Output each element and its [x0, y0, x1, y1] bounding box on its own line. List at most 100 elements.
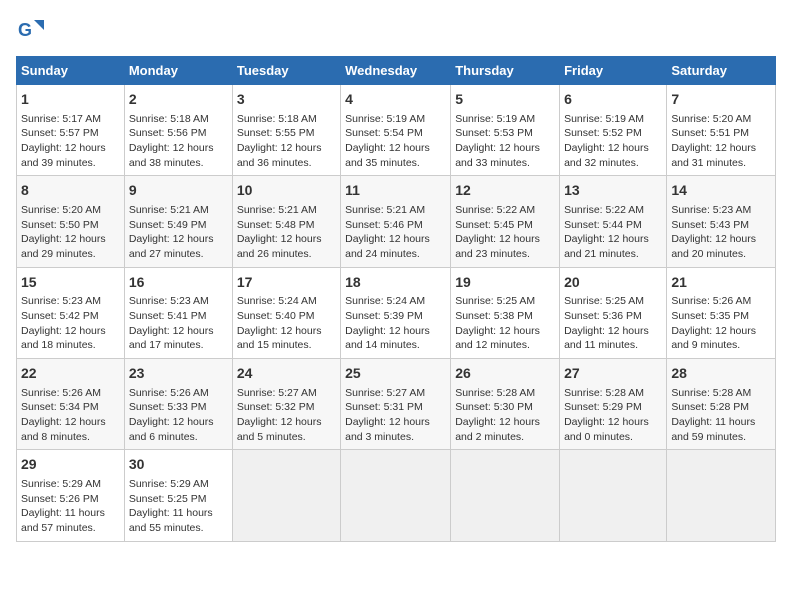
logo: G	[16, 16, 48, 44]
day-number: 5	[455, 90, 555, 110]
day-info: Sunrise: 5:21 AMSunset: 5:46 PMDaylight:…	[345, 203, 446, 262]
day-number: 14	[671, 181, 771, 201]
day-info: Sunrise: 5:21 AMSunset: 5:49 PMDaylight:…	[129, 203, 228, 262]
day-info: Sunrise: 5:25 AMSunset: 5:38 PMDaylight:…	[455, 294, 555, 353]
calendar-week-row: 29Sunrise: 5:29 AMSunset: 5:26 PMDayligh…	[17, 450, 776, 541]
day-info: Sunrise: 5:20 AMSunset: 5:51 PMDaylight:…	[671, 112, 771, 171]
calendar-header: SundayMondayTuesdayWednesdayThursdayFrid…	[17, 57, 776, 85]
day-info: Sunrise: 5:17 AMSunset: 5:57 PMDaylight:…	[21, 112, 120, 171]
day-number: 6	[564, 90, 662, 110]
calendar-cell: 20Sunrise: 5:25 AMSunset: 5:36 PMDayligh…	[560, 267, 667, 358]
calendar-cell: 30Sunrise: 5:29 AMSunset: 5:25 PMDayligh…	[124, 450, 232, 541]
calendar-table: SundayMondayTuesdayWednesdayThursdayFrid…	[16, 56, 776, 542]
calendar-cell: 5Sunrise: 5:19 AMSunset: 5:53 PMDaylight…	[451, 85, 560, 176]
day-info: Sunrise: 5:22 AMSunset: 5:45 PMDaylight:…	[455, 203, 555, 262]
day-number: 22	[21, 364, 120, 384]
day-number: 9	[129, 181, 228, 201]
day-info: Sunrise: 5:22 AMSunset: 5:44 PMDaylight:…	[564, 203, 662, 262]
calendar-cell: 11Sunrise: 5:21 AMSunset: 5:46 PMDayligh…	[341, 176, 451, 267]
day-number: 10	[237, 181, 336, 201]
calendar-cell: 27Sunrise: 5:28 AMSunset: 5:29 PMDayligh…	[560, 359, 667, 450]
day-number: 19	[455, 273, 555, 293]
day-info: Sunrise: 5:28 AMSunset: 5:29 PMDaylight:…	[564, 386, 662, 445]
day-info: Sunrise: 5:24 AMSunset: 5:39 PMDaylight:…	[345, 294, 446, 353]
calendar-cell: 12Sunrise: 5:22 AMSunset: 5:45 PMDayligh…	[451, 176, 560, 267]
day-info: Sunrise: 5:26 AMSunset: 5:34 PMDaylight:…	[21, 386, 120, 445]
page-header: G	[16, 16, 776, 44]
logo-icon: G	[16, 16, 44, 44]
day-info: Sunrise: 5:19 AMSunset: 5:53 PMDaylight:…	[455, 112, 555, 171]
day-number: 28	[671, 364, 771, 384]
header-thursday: Thursday	[451, 57, 560, 85]
day-number: 15	[21, 273, 120, 293]
day-info: Sunrise: 5:23 AMSunset: 5:43 PMDaylight:…	[671, 203, 771, 262]
calendar-cell: 17Sunrise: 5:24 AMSunset: 5:40 PMDayligh…	[232, 267, 340, 358]
day-info: Sunrise: 5:24 AMSunset: 5:40 PMDaylight:…	[237, 294, 336, 353]
calendar-cell: 23Sunrise: 5:26 AMSunset: 5:33 PMDayligh…	[124, 359, 232, 450]
calendar-cell: 14Sunrise: 5:23 AMSunset: 5:43 PMDayligh…	[667, 176, 776, 267]
calendar-cell: 26Sunrise: 5:28 AMSunset: 5:30 PMDayligh…	[451, 359, 560, 450]
day-number: 26	[455, 364, 555, 384]
calendar-cell: 28Sunrise: 5:28 AMSunset: 5:28 PMDayligh…	[667, 359, 776, 450]
calendar-cell: 29Sunrise: 5:29 AMSunset: 5:26 PMDayligh…	[17, 450, 125, 541]
calendar-week-row: 15Sunrise: 5:23 AMSunset: 5:42 PMDayligh…	[17, 267, 776, 358]
calendar-cell: 19Sunrise: 5:25 AMSunset: 5:38 PMDayligh…	[451, 267, 560, 358]
calendar-cell	[232, 450, 340, 541]
day-number: 20	[564, 273, 662, 293]
calendar-cell: 16Sunrise: 5:23 AMSunset: 5:41 PMDayligh…	[124, 267, 232, 358]
day-number: 8	[21, 181, 120, 201]
day-info: Sunrise: 5:23 AMSunset: 5:42 PMDaylight:…	[21, 294, 120, 353]
svg-text:G: G	[18, 20, 32, 40]
day-number: 4	[345, 90, 446, 110]
day-number: 12	[455, 181, 555, 201]
calendar-cell: 8Sunrise: 5:20 AMSunset: 5:50 PMDaylight…	[17, 176, 125, 267]
calendar-week-row: 1Sunrise: 5:17 AMSunset: 5:57 PMDaylight…	[17, 85, 776, 176]
day-number: 11	[345, 181, 446, 201]
day-number: 24	[237, 364, 336, 384]
day-info: Sunrise: 5:26 AMSunset: 5:35 PMDaylight:…	[671, 294, 771, 353]
calendar-body: 1Sunrise: 5:17 AMSunset: 5:57 PMDaylight…	[17, 85, 776, 542]
day-info: Sunrise: 5:27 AMSunset: 5:32 PMDaylight:…	[237, 386, 336, 445]
calendar-cell: 2Sunrise: 5:18 AMSunset: 5:56 PMDaylight…	[124, 85, 232, 176]
calendar-cell: 3Sunrise: 5:18 AMSunset: 5:55 PMDaylight…	[232, 85, 340, 176]
day-info: Sunrise: 5:28 AMSunset: 5:30 PMDaylight:…	[455, 386, 555, 445]
calendar-cell	[560, 450, 667, 541]
day-info: Sunrise: 5:27 AMSunset: 5:31 PMDaylight:…	[345, 386, 446, 445]
day-number: 3	[237, 90, 336, 110]
day-number: 27	[564, 364, 662, 384]
header-monday: Monday	[124, 57, 232, 85]
calendar-week-row: 22Sunrise: 5:26 AMSunset: 5:34 PMDayligh…	[17, 359, 776, 450]
calendar-cell: 10Sunrise: 5:21 AMSunset: 5:48 PMDayligh…	[232, 176, 340, 267]
calendar-cell	[451, 450, 560, 541]
day-info: Sunrise: 5:21 AMSunset: 5:48 PMDaylight:…	[237, 203, 336, 262]
calendar-cell: 21Sunrise: 5:26 AMSunset: 5:35 PMDayligh…	[667, 267, 776, 358]
day-number: 2	[129, 90, 228, 110]
calendar-cell: 22Sunrise: 5:26 AMSunset: 5:34 PMDayligh…	[17, 359, 125, 450]
header-sunday: Sunday	[17, 57, 125, 85]
day-number: 18	[345, 273, 446, 293]
day-info: Sunrise: 5:28 AMSunset: 5:28 PMDaylight:…	[671, 386, 771, 445]
calendar-week-row: 8Sunrise: 5:20 AMSunset: 5:50 PMDaylight…	[17, 176, 776, 267]
day-info: Sunrise: 5:29 AMSunset: 5:25 PMDaylight:…	[129, 477, 228, 536]
day-number: 16	[129, 273, 228, 293]
day-number: 25	[345, 364, 446, 384]
day-info: Sunrise: 5:19 AMSunset: 5:52 PMDaylight:…	[564, 112, 662, 171]
calendar-cell: 6Sunrise: 5:19 AMSunset: 5:52 PMDaylight…	[560, 85, 667, 176]
calendar-cell: 9Sunrise: 5:21 AMSunset: 5:49 PMDaylight…	[124, 176, 232, 267]
day-number: 29	[21, 455, 120, 475]
calendar-cell: 15Sunrise: 5:23 AMSunset: 5:42 PMDayligh…	[17, 267, 125, 358]
calendar-cell: 18Sunrise: 5:24 AMSunset: 5:39 PMDayligh…	[341, 267, 451, 358]
calendar-cell: 25Sunrise: 5:27 AMSunset: 5:31 PMDayligh…	[341, 359, 451, 450]
header-friday: Friday	[560, 57, 667, 85]
day-number: 1	[21, 90, 120, 110]
day-info: Sunrise: 5:20 AMSunset: 5:50 PMDaylight:…	[21, 203, 120, 262]
calendar-cell: 4Sunrise: 5:19 AMSunset: 5:54 PMDaylight…	[341, 85, 451, 176]
header-tuesday: Tuesday	[232, 57, 340, 85]
day-info: Sunrise: 5:29 AMSunset: 5:26 PMDaylight:…	[21, 477, 120, 536]
day-info: Sunrise: 5:26 AMSunset: 5:33 PMDaylight:…	[129, 386, 228, 445]
day-number: 30	[129, 455, 228, 475]
header-wednesday: Wednesday	[341, 57, 451, 85]
day-info: Sunrise: 5:25 AMSunset: 5:36 PMDaylight:…	[564, 294, 662, 353]
calendar-cell	[341, 450, 451, 541]
calendar-cell	[667, 450, 776, 541]
